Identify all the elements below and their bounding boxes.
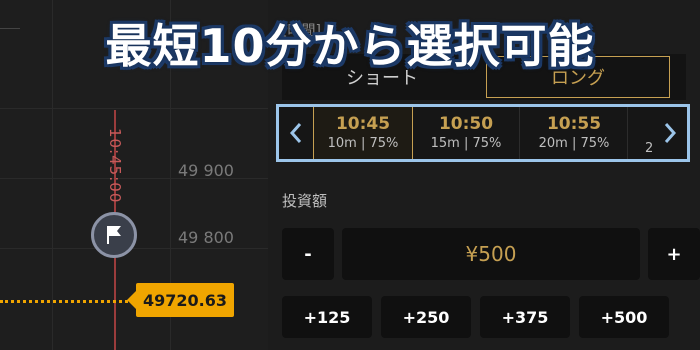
slot-duration-payout: 10m | 75%: [327, 136, 399, 151]
decrease-amount-button[interactable]: -: [282, 228, 334, 280]
investment-label: 投資額: [282, 192, 328, 210]
slot-duration-payout: 20m | 75%: [538, 136, 610, 151]
tab-short[interactable]: ショート: [282, 54, 482, 100]
direction-tabs: ショート ロング: [282, 54, 686, 100]
tab-long[interactable]: ロング: [486, 56, 670, 98]
slot-time: 10:45: [335, 114, 391, 134]
current-price-line: [0, 300, 134, 303]
time-slot[interactable]: 10:55 20m | 75%: [521, 107, 628, 159]
chevron-right-icon: [664, 123, 677, 143]
grid-line: [0, 108, 268, 109]
slot-time: 10:50: [438, 114, 494, 134]
price-tick: 49 900: [178, 161, 234, 180]
prev-arrow-button[interactable]: [279, 107, 313, 159]
quick-add-button[interactable]: +375: [480, 296, 570, 338]
flag-icon: [107, 226, 121, 244]
grid-line: [0, 248, 268, 249]
trade-panel: [時間] ショート ロング 10:45 10m | 75% 10:50 15m …: [268, 0, 700, 350]
investment-amount-input[interactable]: ¥500: [342, 228, 640, 280]
grid-line: [52, 0, 53, 350]
slot-duration-payout: 15m | 75%: [430, 136, 502, 151]
flag-marker[interactable]: [91, 212, 137, 258]
expiry-time-label: 10:45:00: [106, 128, 124, 204]
time-slot[interactable]: 10:45 10m | 75%: [313, 107, 413, 159]
slot-time: 10:55: [546, 114, 602, 134]
next-arrow-button[interactable]: [653, 107, 687, 159]
quick-add-button[interactable]: +500: [579, 296, 669, 338]
quick-add-button[interactable]: +125: [282, 296, 372, 338]
time-slot[interactable]: 10:50 15m | 75%: [413, 107, 520, 159]
current-price-badge: 49720.63: [127, 283, 234, 317]
price-tick: 49 800: [178, 228, 234, 247]
expiry-time-selector: 10:45 10m | 75% 10:50 15m | 75% 10:55 20…: [276, 104, 690, 162]
time-label: [時間]: [282, 23, 321, 39]
chevron-left-icon: [289, 123, 302, 143]
quick-add-button[interactable]: +250: [381, 296, 471, 338]
increase-amount-button[interactable]: +: [648, 228, 700, 280]
zoom-out-indicator: [0, 28, 20, 29]
price-chart[interactable]: 10:45:00 49 900 49 800 49720.63: [0, 0, 269, 350]
